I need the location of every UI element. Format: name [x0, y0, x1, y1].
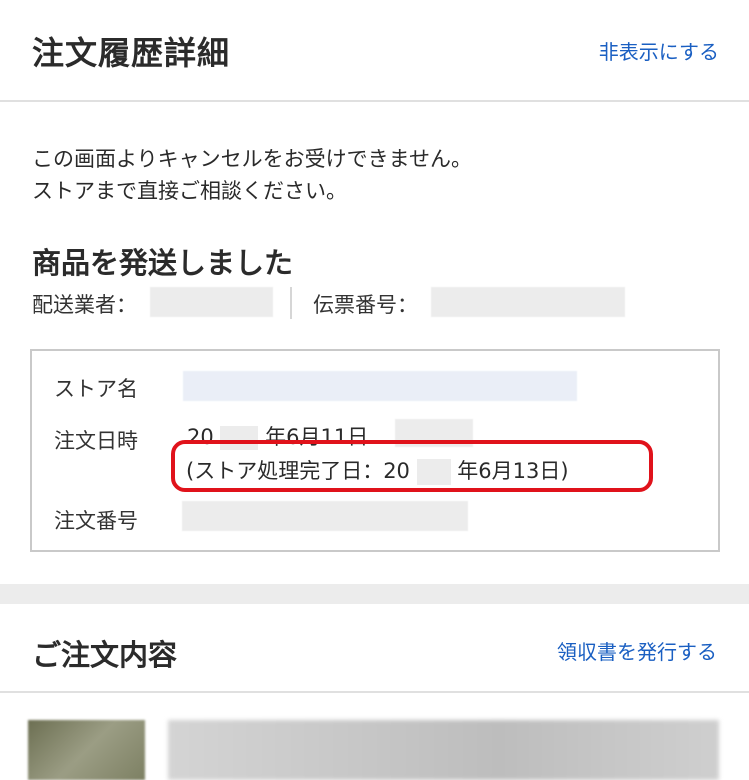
- order-info-box: ストア名 注文日時 20 年6月11日 (ストア処理完了日：20 年6月13日)…: [30, 349, 720, 552]
- carrier-label: 配送業者：: [32, 293, 137, 317]
- product-details-redacted[interactable]: [168, 720, 719, 780]
- order-contents-header: ご注文内容 領収書を発行する: [0, 604, 749, 693]
- notice-line-2: ストアまで直接ご相談ください。: [32, 179, 347, 203]
- slip-number-label: 伝票番号：: [313, 293, 418, 317]
- section-divider-band: [0, 584, 749, 604]
- carrier-value-redacted: [150, 287, 273, 317]
- cancel-notice: この画面よりキャンセルをお受けできません。 ストアまで直接ご相談ください。: [32, 143, 472, 207]
- product-thumbnail[interactable]: [28, 720, 145, 780]
- hide-link[interactable]: 非表示にする: [599, 36, 719, 65]
- order-number-redacted: [182, 501, 468, 531]
- shipping-status: 商品を発送しました: [32, 246, 294, 280]
- store-name-redacted: [183, 371, 577, 401]
- highlight-outline: [171, 440, 653, 492]
- order-number-label: 注文番号: [54, 509, 138, 533]
- issue-receipt-link[interactable]: 領収書を発行する: [557, 636, 717, 665]
- page-title: 注文履歴詳細: [32, 34, 231, 72]
- divider: [290, 287, 292, 319]
- order-contents-title: ご注文内容: [32, 638, 178, 672]
- slip-number-redacted: [431, 287, 625, 317]
- page-header: 注文履歴詳細 非表示にする: [0, 0, 749, 102]
- order-date-label: 注文日時: [54, 429, 138, 453]
- notice-line-1: この画面よりキャンセルをお受けできません。: [32, 147, 472, 171]
- store-name-label: ストア名: [54, 377, 138, 401]
